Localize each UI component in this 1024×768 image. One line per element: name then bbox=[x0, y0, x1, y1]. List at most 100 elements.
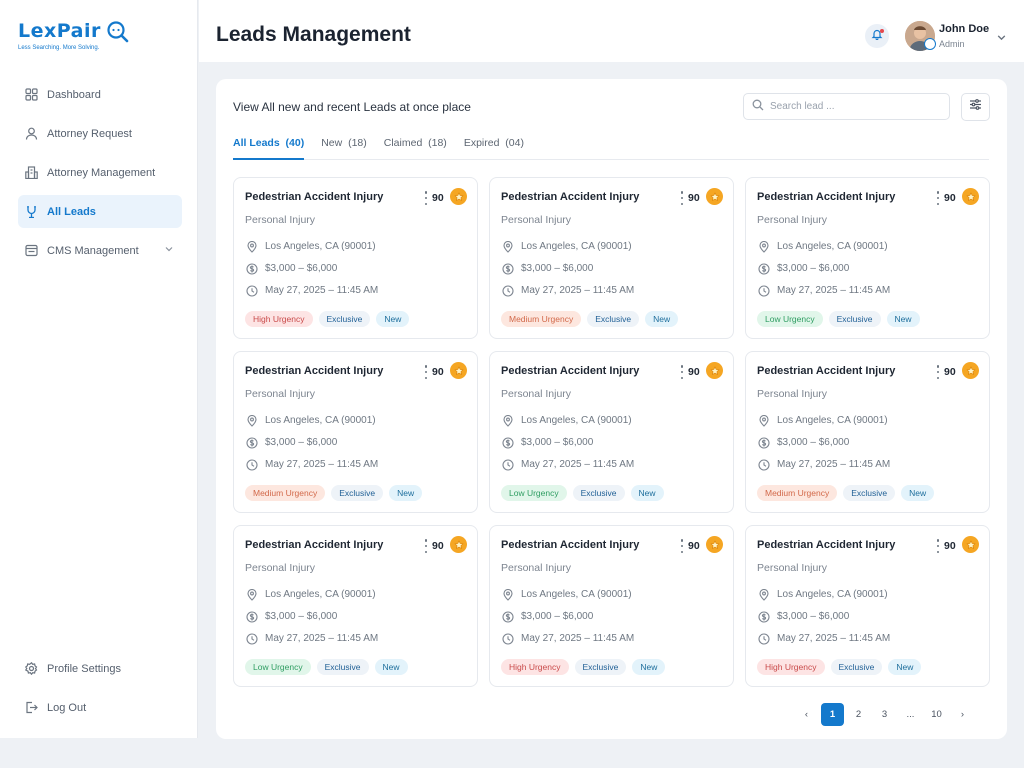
lead-title: Pedestrian Accident Injury bbox=[501, 365, 640, 377]
more-options-icon[interactable] bbox=[936, 191, 940, 205]
lead-title: Pedestrian Accident Injury bbox=[501, 539, 640, 551]
prev-page-button[interactable]: ‹ bbox=[795, 703, 818, 726]
building-icon bbox=[24, 165, 39, 180]
more-options-icon[interactable] bbox=[680, 191, 684, 205]
lead-tags: Medium Urgency Exclusive New bbox=[245, 485, 428, 501]
more-options-icon[interactable] bbox=[424, 539, 428, 553]
page-button[interactable]: 10 bbox=[925, 703, 948, 726]
tab-label: Expired bbox=[463, 137, 500, 149]
lead-card[interactable]: Pedestrian Accident Injury 90 Personal I… bbox=[489, 351, 734, 513]
lead-tags: High Urgency Exclusive New bbox=[501, 659, 671, 675]
status-badge: New bbox=[630, 485, 664, 501]
sidebar-item-profile-settings[interactable]: Profile Settings bbox=[18, 652, 182, 685]
lead-card[interactable]: Pedestrian Accident Injury 90 Personal I… bbox=[745, 351, 990, 513]
sidebar-item-attorney-request[interactable]: Attorney Request bbox=[18, 117, 182, 150]
status-badge: New bbox=[645, 311, 679, 327]
search-box[interactable] bbox=[743, 93, 950, 120]
urgency-badge: Low Urgency bbox=[501, 485, 567, 501]
next-page-button[interactable]: › bbox=[951, 703, 974, 726]
panel-subtitle: View All new and recent Leads at once pl… bbox=[233, 100, 471, 114]
lead-location: Los Angeles, CA (90001) bbox=[265, 589, 376, 600]
location-pin-icon bbox=[501, 588, 514, 601]
sidebar-item-all-leads[interactable]: All Leads bbox=[18, 195, 182, 228]
urgency-badge: Low Urgency bbox=[757, 311, 823, 327]
lead-location-row: Los Angeles, CA (90001) bbox=[245, 414, 376, 427]
top-header: Leads Management John Doe Admin bbox=[199, 0, 1024, 62]
sidebar-item-label: CMS Management bbox=[47, 244, 139, 257]
chevron-down-icon[interactable] bbox=[164, 244, 174, 257]
lead-price-row: $3,000 – $6,000 bbox=[245, 262, 337, 275]
clock-icon bbox=[501, 458, 514, 471]
more-options-icon[interactable] bbox=[424, 365, 428, 379]
lead-card[interactable]: Pedestrian Accident Injury 90 Personal I… bbox=[233, 177, 478, 339]
pagination: ‹ 1 2 3 ... 10 › bbox=[795, 703, 977, 726]
tab-label: All Leads bbox=[233, 137, 280, 149]
sliders-icon bbox=[969, 98, 982, 116]
lead-date-row: May 27, 2025 – 11:45 AM bbox=[245, 632, 378, 645]
brand-tagline: Less Searching. More Solving. bbox=[18, 45, 100, 51]
filter-button[interactable] bbox=[961, 93, 990, 121]
lead-tags: High Urgency Exclusive New bbox=[757, 659, 927, 675]
lead-price: $3,000 – $6,000 bbox=[265, 437, 338, 448]
more-options-icon[interactable] bbox=[424, 191, 428, 205]
lead-tags: Low Urgency Exclusive New bbox=[501, 485, 670, 501]
notification-button[interactable] bbox=[865, 24, 889, 48]
lead-price: $3,000 – $6,000 bbox=[265, 263, 338, 274]
star-badge-icon bbox=[962, 536, 979, 553]
lead-date: May 27, 2025 – 11:45 AM bbox=[777, 633, 891, 644]
star-badge-icon bbox=[706, 188, 723, 205]
lead-card[interactable]: Pedestrian Accident Injury 90 Personal I… bbox=[489, 525, 734, 687]
brand-name: LexPair bbox=[18, 20, 101, 42]
chevron-down-icon[interactable] bbox=[996, 30, 1007, 48]
lead-date-row: May 27, 2025 – 11:45 AM bbox=[501, 632, 634, 645]
exclusive-badge: Exclusive bbox=[830, 659, 883, 675]
tab-expired[interactable]: Expired (04) bbox=[464, 137, 524, 160]
leads-panel: View All new and recent Leads at once pl… bbox=[216, 79, 1007, 739]
lead-tags: Medium Urgency Exclusive New bbox=[501, 311, 684, 327]
location-pin-icon bbox=[757, 588, 770, 601]
lead-price-row: $3,000 – $6,000 bbox=[757, 436, 849, 449]
sidebar-item-label: Profile Settings bbox=[47, 662, 121, 675]
sidebar-item-dashboard[interactable]: Dashboard bbox=[18, 78, 182, 111]
lead-date: May 27, 2025 – 11:45 AM bbox=[521, 459, 635, 470]
lead-tags: Low Urgency Exclusive New bbox=[757, 311, 926, 327]
status-badge: New bbox=[374, 659, 408, 675]
lead-location-row: Los Angeles, CA (90001) bbox=[501, 588, 632, 601]
lead-card[interactable]: Pedestrian Accident Injury 90 Personal I… bbox=[233, 351, 478, 513]
search-input[interactable] bbox=[770, 101, 930, 112]
lead-card[interactable]: Pedestrian Accident Injury 90 Personal I… bbox=[489, 177, 734, 339]
logout-icon bbox=[24, 700, 39, 715]
tab-claimed[interactable]: Claimed (18) bbox=[384, 137, 447, 160]
star-badge-icon bbox=[450, 362, 467, 379]
sidebar-item-cms-management[interactable]: CMS Management bbox=[18, 234, 182, 267]
lead-date: May 27, 2025 – 11:45 AM bbox=[521, 285, 635, 296]
lead-card[interactable]: Pedestrian Accident Injury 90 Personal I… bbox=[745, 525, 990, 687]
sidebar-item-label: Attorney Management bbox=[47, 166, 156, 179]
star-badge-icon bbox=[450, 536, 467, 553]
lead-location: Los Angeles, CA (90001) bbox=[777, 415, 888, 426]
dollar-icon bbox=[245, 262, 258, 275]
lead-title: Pedestrian Accident Injury bbox=[757, 191, 896, 203]
lead-card[interactable]: Pedestrian Accident Injury 90 Personal I… bbox=[233, 525, 478, 687]
more-options-icon[interactable] bbox=[680, 539, 684, 553]
more-options-icon[interactable] bbox=[936, 365, 940, 379]
lead-location: Los Angeles, CA (90001) bbox=[265, 415, 376, 426]
page-button[interactable]: 3 bbox=[873, 703, 896, 726]
tab-all-leads[interactable]: All Leads (40) bbox=[233, 137, 305, 160]
lead-card[interactable]: Pedestrian Accident Injury 90 Personal I… bbox=[745, 177, 990, 339]
leads-icon bbox=[24, 204, 39, 219]
lead-score: 90 bbox=[432, 540, 444, 552]
lead-category: Personal Injury bbox=[501, 562, 572, 574]
page-button[interactable]: 2 bbox=[847, 703, 870, 726]
brand-logo[interactable]: LexPair Less Searching. More Solving. bbox=[18, 20, 138, 56]
more-options-icon[interactable] bbox=[936, 539, 940, 553]
lead-date: May 27, 2025 – 11:45 AM bbox=[265, 285, 379, 296]
tab-new[interactable]: New (18) bbox=[321, 137, 367, 160]
sidebar-item-log-out[interactable]: Log Out bbox=[18, 691, 182, 724]
status-badge: New bbox=[888, 659, 922, 675]
more-options-icon[interactable] bbox=[680, 365, 684, 379]
clock-icon bbox=[757, 284, 770, 297]
page-button[interactable]: 1 bbox=[821, 703, 844, 726]
sidebar-item-attorney-management[interactable]: Attorney Management bbox=[18, 156, 182, 189]
lead-title: Pedestrian Accident Injury bbox=[501, 191, 640, 203]
